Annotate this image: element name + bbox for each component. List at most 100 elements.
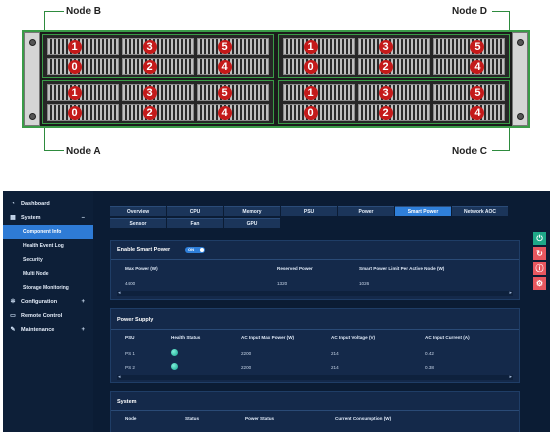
sidebar-item-system[interactable]: ▦ System – bbox=[3, 211, 93, 225]
sidebar-item-multi-node[interactable]: Multi Node bbox=[3, 267, 93, 281]
tab-gpu[interactable]: GPU bbox=[224, 218, 280, 228]
node-a: 1 3 5 0 2 4 bbox=[42, 80, 274, 124]
screw-icon bbox=[29, 113, 36, 120]
column-header: Smart Power Limit Per Active Node (W) bbox=[359, 266, 445, 271]
sidebar-item-label: Storage Monitoring bbox=[23, 285, 69, 291]
tab-memory[interactable]: Memory bbox=[224, 206, 280, 216]
sidebar-item-label: Dashboard bbox=[21, 201, 50, 207]
system-icon: ▦ bbox=[10, 215, 16, 221]
dashboard-icon: ◔ bbox=[11, 201, 15, 207]
expand-icon[interactable]: + bbox=[81, 299, 85, 305]
horizontal-scrollbar[interactable]: ◂ ▸ bbox=[117, 374, 513, 380]
refresh-icon[interactable]: ↻ bbox=[533, 247, 546, 260]
sidebar-item-component-info[interactable]: Component Info bbox=[3, 225, 93, 239]
drive-bay: 5 bbox=[433, 84, 505, 101]
power-icon[interactable]: ⏻ bbox=[533, 232, 546, 245]
power-supply-panel: Power Supply PSU Health Status AC Input … bbox=[110, 308, 520, 383]
node-a-leader bbox=[44, 124, 64, 151]
bay-number-3: 3 bbox=[142, 86, 157, 100]
horizontal-scrollbar[interactable]: ◂ ▸ bbox=[117, 290, 513, 296]
node-a-label: Node A bbox=[66, 146, 101, 157]
drive-bay: 0 bbox=[47, 104, 119, 121]
wrench-icon: ✎ bbox=[10, 327, 16, 333]
node-d-label: Node D bbox=[452, 6, 487, 17]
divider bbox=[111, 329, 519, 330]
component-tabs: Overview CPU Memory PSU Power Smart Powe… bbox=[110, 206, 508, 230]
scroll-right-icon[interactable]: ▸ bbox=[509, 290, 512, 296]
tab-overview[interactable]: Overview bbox=[110, 206, 166, 216]
drive-bay: 4 bbox=[433, 58, 505, 75]
bay-number-0: 0 bbox=[303, 60, 318, 74]
column-header: AC Input Max Power (W) bbox=[241, 335, 295, 340]
smart-power-toggle[interactable]: ON bbox=[185, 247, 205, 253]
power-supply-title: Power Supply bbox=[117, 317, 154, 323]
sidebar-item-health-event-log[interactable]: Health Event Log bbox=[3, 239, 93, 253]
psu-max-power: 2200 bbox=[241, 365, 252, 370]
bay-number-2: 2 bbox=[378, 106, 393, 120]
column-header: AC Input Voltage (V) bbox=[331, 335, 376, 340]
drive-bay: 1 bbox=[47, 84, 119, 101]
toggle-knob bbox=[200, 248, 204, 252]
right-rack-ear bbox=[512, 32, 528, 126]
bay-number-0: 0 bbox=[67, 60, 82, 74]
psu-current: 0.38 bbox=[425, 365, 434, 370]
scroll-left-icon[interactable]: ◂ bbox=[118, 374, 121, 380]
collapse-icon[interactable]: – bbox=[82, 215, 85, 221]
drive-bay: 4 bbox=[197, 104, 269, 121]
tab-network-aoc[interactable]: Network AOC bbox=[452, 206, 508, 216]
bay-number-4: 4 bbox=[470, 60, 485, 74]
screw-icon bbox=[517, 113, 524, 120]
sidebar-item-storage-monitoring[interactable]: Storage Monitoring bbox=[3, 281, 93, 295]
chassis-diagram: Node B Node D Node A Node C 1 3 5 0 2 4 … bbox=[0, 0, 554, 178]
info-icon[interactable]: ⓘ bbox=[533, 262, 546, 275]
tab-sensor[interactable]: Sensor bbox=[110, 218, 166, 228]
expand-icon[interactable]: + bbox=[81, 327, 85, 333]
sidebar-item-security[interactable]: Security bbox=[3, 253, 93, 267]
sidebar-item-configuration[interactable]: ✲ Configuration + bbox=[3, 295, 93, 309]
page: Node B Node D Node A Node C 1 3 5 0 2 4 … bbox=[0, 0, 554, 432]
drive-bay: 3 bbox=[358, 38, 430, 55]
bay-number-3: 3 bbox=[378, 40, 393, 54]
column-header: Health Status bbox=[171, 335, 201, 340]
column-header: PSU bbox=[125, 335, 135, 340]
node-b-label: Node B bbox=[66, 6, 101, 17]
system-title: System bbox=[117, 399, 137, 405]
bay-number-5: 5 bbox=[470, 86, 485, 100]
column-header: Current Consumption (W) bbox=[335, 416, 392, 421]
bay-number-4: 4 bbox=[217, 106, 232, 120]
drive-bay: 3 bbox=[122, 84, 194, 101]
sidebar-item-label: Remote Control bbox=[21, 313, 63, 319]
sidebar-item-label: Multi Node bbox=[23, 271, 49, 277]
tab-fan[interactable]: Fan bbox=[167, 218, 223, 228]
divider bbox=[111, 410, 519, 411]
bay-number-4: 4 bbox=[217, 60, 232, 74]
max-power-value: 4400 bbox=[125, 281, 136, 286]
tab-power[interactable]: Power bbox=[338, 206, 394, 216]
scroll-left-icon[interactable]: ◂ bbox=[118, 290, 121, 296]
bay-number-0: 0 bbox=[303, 106, 318, 120]
drive-bay: 5 bbox=[433, 38, 505, 55]
bay-number-1: 1 bbox=[67, 86, 82, 100]
node-c: 1 3 5 0 2 4 bbox=[278, 80, 510, 124]
psu-voltage: 214 bbox=[331, 351, 339, 356]
sidebar-item-dashboard[interactable]: ◔ Dashboard bbox=[3, 197, 93, 211]
floating-actions: ⏻ ↻ ⓘ ⚙ bbox=[533, 232, 546, 292]
psu-max-power: 2200 bbox=[241, 351, 252, 356]
node-c-leader bbox=[492, 124, 510, 151]
bay-number-3: 3 bbox=[142, 40, 157, 54]
smart-power-limit-value: 1026 bbox=[359, 281, 370, 286]
tab-psu[interactable]: PSU bbox=[281, 206, 337, 216]
tab-cpu[interactable]: CPU bbox=[167, 206, 223, 216]
scroll-right-icon[interactable]: ▸ bbox=[509, 374, 512, 380]
settings-icon[interactable]: ⚙ bbox=[533, 277, 546, 290]
left-rack-ear bbox=[24, 32, 40, 126]
sidebar-item-remote-control[interactable]: ▭ Remote Control bbox=[3, 309, 93, 323]
drive-bay: 2 bbox=[358, 58, 430, 75]
health-ok-icon bbox=[171, 349, 178, 356]
psu-name: PS 1 bbox=[125, 351, 135, 356]
bmc-web-ui: ◔ Dashboard ▦ System – Component Info He… bbox=[3, 191, 550, 432]
bay-number-1: 1 bbox=[303, 40, 318, 54]
sidebar-item-maintenance[interactable]: ✎ Maintenance + bbox=[3, 323, 93, 337]
tab-smart-power[interactable]: Smart Power bbox=[395, 206, 451, 216]
sidebar-item-label: System bbox=[21, 215, 41, 221]
